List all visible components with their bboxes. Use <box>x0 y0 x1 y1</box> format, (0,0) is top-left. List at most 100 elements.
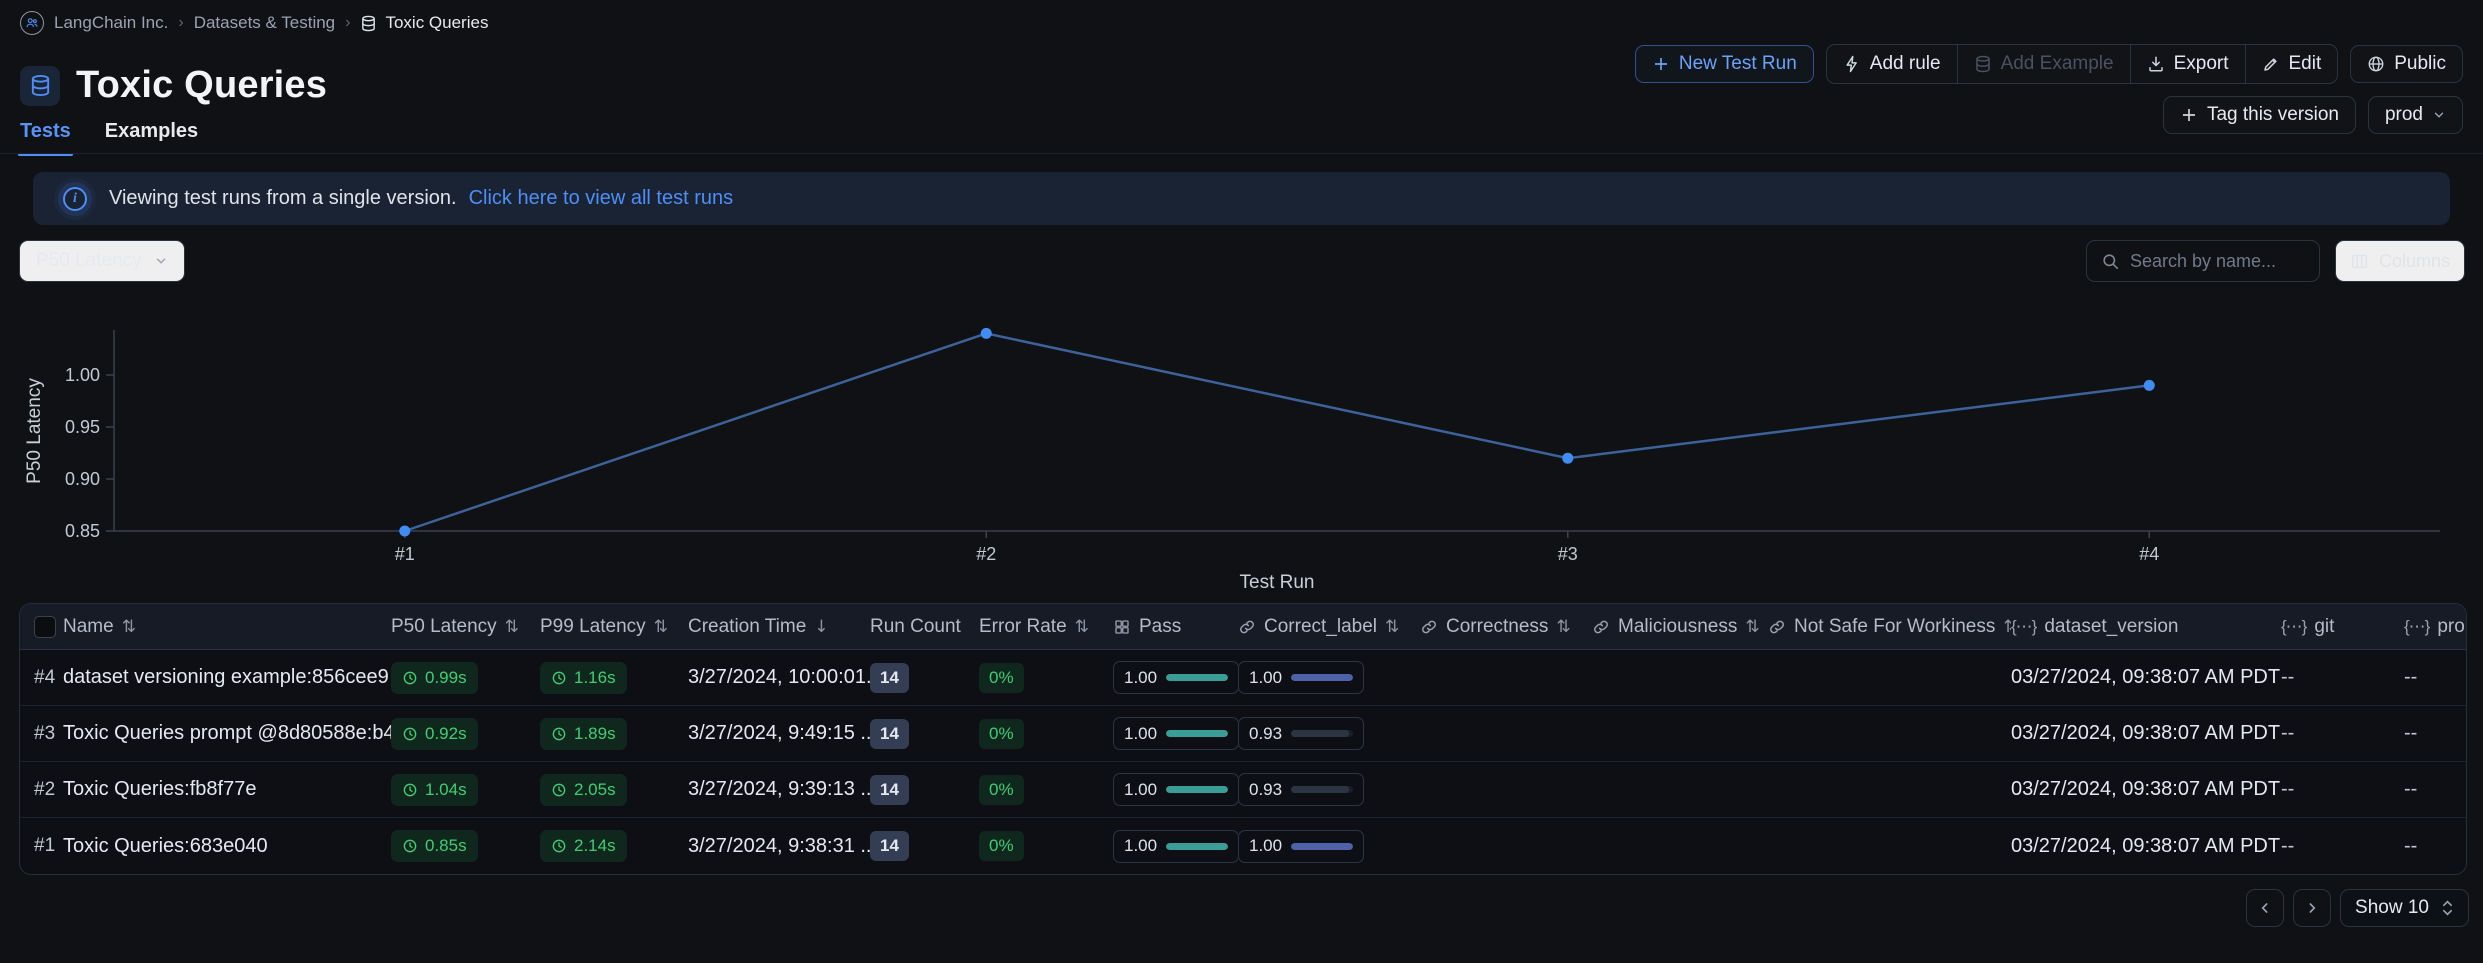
header-actions: New Test Run Add rule Add Example Export… <box>1635 44 2463 84</box>
table-row[interactable]: #4dataset versioning example:856cee90.99… <box>20 650 2466 706</box>
sort-icon[interactable]: ⇅ <box>505 617 519 637</box>
page-header: Toxic Queries <box>20 64 327 107</box>
braces-icon: {⋯} <box>2281 617 2306 637</box>
pass-score: 1.00 <box>1113 717 1238 750</box>
correct-label-score: 0.93 <box>1238 717 1364 750</box>
table-header-row: Name⇅P50 Latency⇅P99 Latency⇅Creation Ti… <box>20 604 2466 650</box>
run-count-cell: 14 <box>870 719 979 749</box>
database-icon <box>360 15 377 32</box>
public-button[interactable]: Public <box>2350 45 2463 83</box>
version-select[interactable]: prod <box>2368 96 2463 134</box>
error-rate-cell: 0% <box>979 663 1113 693</box>
run-count-cell: 14 <box>870 831 979 861</box>
column-label: Pass <box>1139 616 1181 638</box>
pagination: Show 10 <box>2246 889 2469 927</box>
p50-latency-badge: 1.04s <box>391 774 478 806</box>
tab-examples[interactable]: Examples <box>105 120 198 156</box>
chart-point[interactable] <box>2144 380 2155 391</box>
select-all-checkbox[interactable] <box>34 616 56 638</box>
tab-tests[interactable]: Tests <box>20 120 71 156</box>
chart-point[interactable] <box>1562 453 1573 464</box>
columns-button[interactable]: Columns <box>2335 240 2465 282</box>
previous-page-button[interactable] <box>2246 889 2284 927</box>
column-header-p50[interactable]: P50 Latency⇅ <box>391 616 540 638</box>
creation-time-cell: 3/27/2024, 9:38:31 ... <box>688 835 870 858</box>
column-header-maliciousness[interactable]: Maliciousness⇅ <box>1592 616 1768 638</box>
column-header-run_count: Run Count <box>870 616 979 638</box>
breadcrumb-page[interactable]: Toxic Queries <box>360 13 488 33</box>
test-runs-table: Name⇅P50 Latency⇅P99 Latency⇅Creation Ti… <box>19 603 2467 875</box>
column-label: prompt <box>2437 616 2467 638</box>
sort-icon[interactable]: ⇅ <box>654 617 668 637</box>
name-cell[interactable]: Toxic Queries prompt @8d80588e:b495152 <box>63 722 391 745</box>
new-test-run-button[interactable]: New Test Run <box>1635 45 1814 83</box>
run-number-cell: #4 <box>20 667 63 689</box>
next-page-button[interactable] <box>2293 889 2331 927</box>
column-header-name[interactable]: Name⇅ <box>63 616 391 638</box>
sort-desc-icon[interactable]: ↓ <box>814 617 828 637</box>
tag-this-version-button[interactable]: Tag this version <box>2163 96 2356 134</box>
column-header-creation[interactable]: Creation Time↓ <box>688 616 870 638</box>
p99-latency-badge: 2.14s <box>540 830 627 862</box>
p50-latency-badge: 0.85s <box>391 830 478 862</box>
svg-text:0.95: 0.95 <box>65 417 100 437</box>
dataset-icon <box>20 66 60 106</box>
pass-cell: 1.00 <box>1113 830 1238 863</box>
svg-text:#1: #1 <box>395 544 415 564</box>
git-cell: -- <box>2281 778 2404 801</box>
people-icon <box>25 16 39 30</box>
chart-point[interactable] <box>981 328 992 339</box>
table-row[interactable]: #2Toxic Queries:fb8f77e1.04s2.05s3/27/20… <box>20 762 2466 818</box>
add-example-button[interactable]: Add Example <box>1957 45 2130 83</box>
p99-latency-cell: 1.89s <box>540 718 688 750</box>
sort-icon[interactable]: ⇅ <box>122 617 136 637</box>
sort-icon[interactable]: ⇅ <box>1075 617 1089 637</box>
database-icon <box>1974 55 1992 73</box>
name-cell[interactable]: Toxic Queries:683e040 <box>63 835 391 858</box>
name-cell[interactable]: dataset versioning example:856cee9 <box>63 666 391 689</box>
search-input[interactable] <box>2130 251 2305 272</box>
column-header-correct_label[interactable]: Correct_label⇅ <box>1238 616 1420 638</box>
chevron-down-icon <box>154 254 168 268</box>
org-avatar[interactable] <box>20 11 44 35</box>
metric-select[interactable]: P50 Latency <box>19 240 185 282</box>
edit-button[interactable]: Edit <box>2245 45 2338 83</box>
column-header-error_rate[interactable]: Error Rate ⇅ <box>979 616 1113 638</box>
creation-time-cell: 3/27/2024, 9:39:13 ... <box>688 778 870 801</box>
column-header-pass: Pass <box>1113 616 1238 638</box>
pass-cell: 1.00 <box>1113 717 1238 750</box>
run-count-cell: 14 <box>870 663 979 693</box>
run-count-cell: 14 <box>870 775 979 805</box>
sort-icon[interactable]: ⇅ <box>1385 617 1399 637</box>
chevron-right-icon: › <box>178 14 183 32</box>
run-count-badge: 14 <box>870 663 909 693</box>
table-row[interactable]: #3Toxic Queries prompt @8d80588e:b495152… <box>20 706 2466 762</box>
sort-icon[interactable]: ⇅ <box>1556 617 1570 637</box>
column-label: Error Rate <box>979 616 1067 638</box>
name-cell[interactable]: Toxic Queries:fb8f77e <box>63 778 391 801</box>
chevron-left-icon <box>2257 900 2273 916</box>
chart-point[interactable] <box>399 526 410 537</box>
page-size-select[interactable]: Show 10 <box>2340 889 2469 927</box>
column-header-nsfw[interactable]: Not Safe For Workiness⇅ <box>1768 616 2011 638</box>
breadcrumb-section[interactable]: Datasets & Testing <box>194 13 335 33</box>
breadcrumb: LangChain Inc. › Datasets & Testing › To… <box>20 11 488 35</box>
dataset-version-cell: 03/27/2024, 09:38:07 AM PDT <box>2011 835 2281 858</box>
download-icon <box>2147 55 2165 73</box>
svg-text:0.90: 0.90 <box>65 469 100 489</box>
breadcrumb-org[interactable]: LangChain Inc. <box>54 13 168 33</box>
p50-latency-cell: 0.85s <box>391 830 540 862</box>
sort-icon[interactable]: ⇅ <box>1745 617 1759 637</box>
column-header-correctness[interactable]: Correctness⇅ <box>1420 616 1592 638</box>
correct-label-score: 1.00 <box>1238 661 1364 694</box>
correct-label-cell: 0.93 <box>1238 717 1420 750</box>
pass-score: 1.00 <box>1113 661 1238 694</box>
add-rule-button[interactable]: Add rule <box>1827 45 1957 83</box>
sort-icon[interactable]: ⇅ <box>2003 617 2011 637</box>
column-header-p99[interactable]: P99 Latency⇅ <box>540 616 688 638</box>
table-row[interactable]: #1Toxic Queries:683e0400.85s2.14s3/27/20… <box>20 818 2466 874</box>
controls-row: P50 Latency Columns <box>19 240 2465 282</box>
export-button[interactable]: Export <box>2130 45 2245 83</box>
prompt-cell: -- <box>2404 778 2467 801</box>
view-all-test-runs-link[interactable]: Click here to view all test runs <box>469 187 734 210</box>
